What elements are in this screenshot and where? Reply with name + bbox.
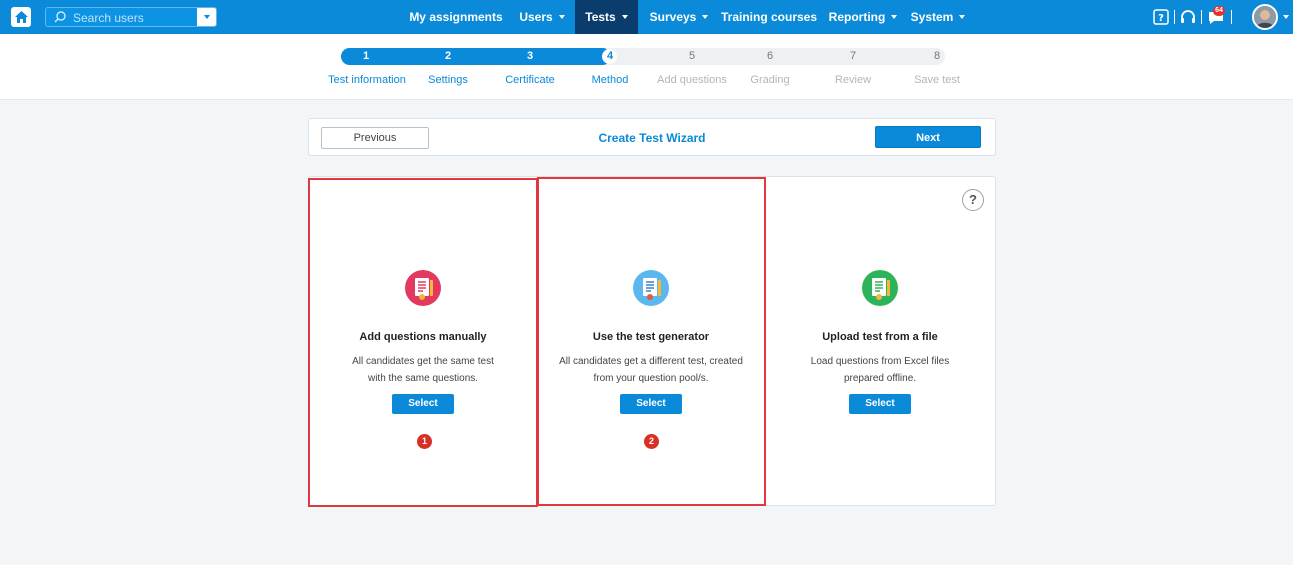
avatar[interactable] xyxy=(1252,4,1278,30)
highlight-box-1 xyxy=(308,178,538,507)
divider xyxy=(1201,10,1202,24)
nav-label: Surveys xyxy=(649,10,697,24)
card-description-line: prepared offline. xyxy=(843,373,917,384)
step-6-label: Grading xyxy=(750,74,790,86)
chevron-down-icon xyxy=(891,15,898,19)
nav-system[interactable]: System xyxy=(906,0,970,34)
step-1-label[interactable]: Test information xyxy=(328,74,406,86)
chevron-down-icon xyxy=(621,15,628,19)
step-1-number[interactable]: 1 xyxy=(356,48,376,65)
step-7-number: 7 xyxy=(849,50,857,62)
svg-text:?: ? xyxy=(1158,13,1164,24)
divider xyxy=(1231,10,1232,24)
nav-users[interactable]: Users xyxy=(512,0,572,34)
nav-label: My assignments xyxy=(409,10,503,24)
help-book-icon[interactable]: ? xyxy=(1153,9,1169,25)
step-2-number[interactable]: 2 xyxy=(438,48,458,65)
divider xyxy=(1174,10,1175,24)
nav-tests[interactable]: Tests xyxy=(575,0,638,34)
step-5-number: 5 xyxy=(688,50,696,62)
search-dropdown-button[interactable] xyxy=(197,8,216,26)
nav-reporting[interactable]: Reporting xyxy=(826,0,900,34)
step-7-label: Review xyxy=(834,74,872,86)
step-8-number: 8 xyxy=(933,50,941,62)
card-description: Load questions from Excel files prepared… xyxy=(766,353,994,387)
step-8-label: Save test xyxy=(914,74,960,86)
chevron-down-icon[interactable] xyxy=(1283,15,1289,19)
notification-badge: 64 xyxy=(1213,6,1225,16)
card-upload-test-from-file: Upload test from a file Load questions f… xyxy=(766,178,994,506)
chevron-down-icon xyxy=(203,15,210,19)
nav-label: System xyxy=(910,10,954,24)
step-4-number[interactable]: 4 xyxy=(600,48,620,65)
annotation-marker-2: 2 xyxy=(644,434,659,449)
search-icon xyxy=(54,11,66,23)
step-4-label[interactable]: Method xyxy=(592,74,629,86)
step-5-label: Add questions xyxy=(657,74,727,86)
next-button[interactable]: Next xyxy=(875,126,981,148)
step-3-label[interactable]: Certificate xyxy=(505,74,555,86)
highlight-box-2 xyxy=(537,177,766,506)
headset-icon[interactable] xyxy=(1180,9,1196,25)
step-2-label[interactable]: Settings xyxy=(428,74,468,86)
step-3-number[interactable]: 3 xyxy=(520,48,540,65)
card-title: Upload test from a file xyxy=(822,331,938,343)
search-input[interactable]: Search users xyxy=(73,11,144,25)
chevron-down-icon xyxy=(959,15,966,19)
nav-label: Tests xyxy=(585,10,616,24)
card-description-line: Load questions from Excel files xyxy=(810,356,950,367)
top-navbar: Search users My assignments Users Tests … xyxy=(0,0,1293,34)
step-6-number: 6 xyxy=(766,50,774,62)
wizard-steps: 1 2 3 4 5 6 7 8 Test information Setting… xyxy=(0,34,1293,100)
user-avatar-icon xyxy=(1254,6,1276,28)
nav-my-assignments[interactable]: My assignments xyxy=(408,0,504,34)
nav-training-courses[interactable]: Training courses xyxy=(720,0,818,34)
steps-progress xyxy=(341,48,611,65)
annotation-marker-1: 1 xyxy=(417,434,432,449)
chevron-down-icon xyxy=(702,15,709,19)
home-icon xyxy=(14,11,28,23)
chevron-down-icon xyxy=(558,15,565,19)
nav-surveys[interactable]: Surveys xyxy=(645,0,713,34)
nav-label: Reporting xyxy=(828,10,886,24)
document-upload-icon xyxy=(862,270,898,306)
nav-label: Users xyxy=(519,10,553,24)
select-upload-button[interactable]: Select xyxy=(849,394,911,414)
nav-label: Training courses xyxy=(720,10,818,24)
search-users-field[interactable]: Search users xyxy=(45,7,217,27)
home-button[interactable] xyxy=(11,7,31,27)
wizard-bar: Previous Create Test Wizard Next xyxy=(308,118,996,156)
